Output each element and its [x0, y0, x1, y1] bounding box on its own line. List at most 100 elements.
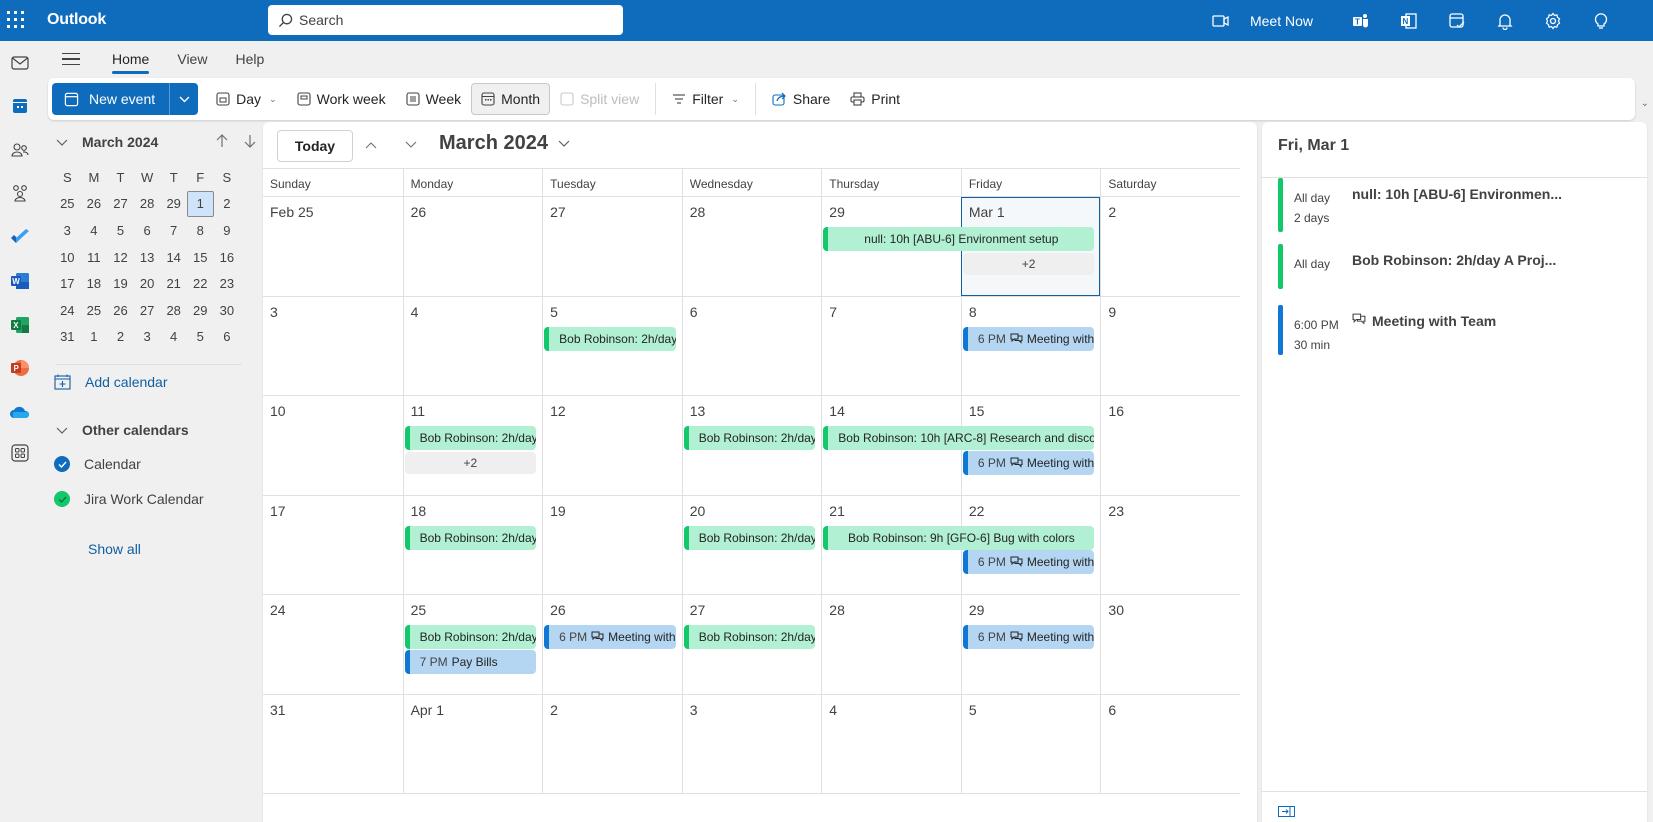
today-button[interactable]: Today: [277, 130, 353, 162]
rail-onedrive[interactable]: [6, 398, 34, 426]
mini-calendar-day[interactable]: 27: [134, 297, 161, 324]
hamburger-menu-icon[interactable]: [62, 49, 80, 70]
previous-month-chevron-up-icon[interactable]: [365, 136, 377, 154]
calendar-event[interactable]: 6 PM Meeting with Team: [962, 450, 1095, 475]
mini-calendar-day[interactable]: 12: [107, 244, 134, 271]
filter-button[interactable]: Filter ⌄: [662, 83, 749, 115]
collapse-pane-icon[interactable]: [1278, 806, 1296, 817]
calendar-event[interactable]: 7 PM Pay Bills: [404, 649, 537, 674]
calendar-day-cell[interactable]: 6: [1100, 694, 1240, 793]
calendar-day-cell[interactable]: Feb 25: [263, 197, 403, 296]
work-week-view-button[interactable]: Work week: [287, 83, 396, 115]
mini-calendar-day[interactable]: 26: [107, 297, 134, 324]
settings-button[interactable]: [1529, 0, 1577, 41]
agenda-item[interactable]: All day Bob Robinson: 2h/day A Proj...: [1278, 244, 1638, 289]
agenda-item[interactable]: All day 2 days null: 10h [ABU-6] Environme…: [1278, 178, 1638, 232]
calendar-event[interactable]: Bob Robinson: 2h/day: [544, 326, 676, 351]
mini-calendar-day[interactable]: 4: [160, 324, 187, 351]
calendar-event[interactable]: Bob Robinson: 9h [GFO-6] Bug with colors: [823, 525, 1095, 550]
mini-calendar-day[interactable]: 9: [214, 217, 241, 244]
month-view-button[interactable]: Month: [471, 83, 551, 115]
calendar-day-cell[interactable]: 2: [1100, 197, 1240, 296]
mini-calendar-day[interactable]: 16: [214, 244, 241, 271]
calendar-event[interactable]: 6 PM Meeting with Team: [962, 550, 1095, 574]
tab-view[interactable]: View: [163, 41, 221, 77]
rail-powerpoint[interactable]: P: [6, 354, 34, 382]
checkbox-checked-icon[interactable]: [54, 491, 70, 507]
calendar-day-cell[interactable]: 30: [1100, 595, 1240, 694]
calendar-day-cell[interactable]: 16: [1100, 396, 1240, 495]
calendar-day-cell[interactable]: 10: [263, 396, 403, 495]
calendar-day-cell[interactable]: 17: [263, 496, 403, 595]
calendar-event[interactable]: Bob Robinson: 2h/day: [404, 426, 537, 450]
tab-home[interactable]: Home: [98, 41, 163, 77]
mini-calendar-day[interactable]: 25: [54, 191, 81, 218]
calendar-day-cell[interactable]: Apr 1: [402, 694, 543, 793]
mini-calendar-day[interactable]: 17: [54, 270, 81, 297]
mini-calendar-day[interactable]: 29: [187, 297, 214, 324]
mini-calendar-day[interactable]: 15: [187, 244, 214, 271]
calendar-day-cell[interactable]: 4: [821, 694, 961, 793]
calendar-event[interactable]: Bob Robinson: 2h/day: [683, 426, 816, 450]
new-event-button[interactable]: New event: [52, 83, 171, 115]
rail-groups[interactable]: [6, 179, 34, 207]
mini-calendar-day[interactable]: 31: [54, 324, 81, 351]
calendar-day-cell[interactable]: 31: [263, 695, 403, 794]
app-launcher-icon[interactable]: [7, 11, 25, 29]
rail-todo[interactable]: [6, 223, 34, 251]
agenda-item[interactable]: 6:00 PM 30 min Meeting with Team: [1278, 305, 1638, 355]
calendar-event[interactable]: Bob Robinson: 10h [ARC-8] Research and d…: [823, 426, 1095, 450]
calendar-event[interactable]: null: 10h [ABU-6] Environment setup: [823, 227, 1095, 251]
mini-calendar-day[interactable]: 29: [160, 191, 187, 218]
split-view-button[interactable]: Split view: [550, 83, 649, 115]
mini-calendar-day[interactable]: 3: [134, 324, 161, 351]
mini-calendar-day[interactable]: 1: [81, 324, 108, 351]
calendar-day-cell[interactable]: 12: [542, 396, 682, 495]
calendar-day-cell[interactable]: 4: [402, 296, 543, 395]
mini-calendar-day[interactable]: 28: [160, 297, 187, 324]
calendar-day-cell[interactable]: 23: [1100, 495, 1240, 594]
calendar-event[interactable]: Bob Robinson: 2h/day: [404, 625, 537, 649]
mini-calendar-day[interactable]: 27: [107, 191, 134, 218]
calendar-day-cell[interactable]: 9: [1100, 296, 1240, 395]
calendar-day-cell[interactable]: 2: [542, 694, 682, 793]
calendar-day-cell[interactable]: 26: [402, 197, 543, 296]
mini-calendar-day[interactable]: 26: [81, 191, 108, 218]
calendar-event[interactable]: Bob Robinson: 2h/day: [683, 525, 816, 550]
teams-button[interactable]: T: [1337, 0, 1385, 41]
other-calendars-header[interactable]: Other calendars: [56, 422, 189, 438]
rail-calendar[interactable]: [6, 92, 34, 120]
search-input[interactable]: Search: [268, 5, 623, 35]
mini-calendar-day[interactable]: 2: [107, 324, 134, 351]
calendar-event[interactable]: Bob Robinson: 2h/day: [404, 525, 537, 550]
my-day-button[interactable]: [1433, 0, 1481, 41]
show-all-link[interactable]: Show all: [88, 541, 141, 557]
more-events-button[interactable]: +2: [404, 451, 537, 474]
calendar-item-jira[interactable]: Jira Work Calendar: [54, 491, 204, 507]
calendar-event[interactable]: 6 PM Meeting with Team: [544, 625, 676, 649]
mini-calendar-day[interactable]: 30: [214, 297, 241, 324]
mini-calendar-day[interactable]: 5: [187, 324, 214, 351]
mini-calendar-day[interactable]: 6: [134, 217, 161, 244]
rail-excel[interactable]: X: [6, 311, 34, 339]
tips-button[interactable]: [1577, 0, 1625, 41]
mini-calendar-day[interactable]: 8: [187, 217, 214, 244]
calendar-day-cell[interactable]: 3: [681, 694, 822, 793]
ribbon-expand-chevron-icon[interactable]: ⌄: [1641, 98, 1649, 109]
mini-calendar-day[interactable]: 13: [134, 244, 161, 271]
next-month-chevron-down-icon[interactable]: [405, 136, 417, 154]
calendar-day-cell[interactable]: 27: [542, 197, 682, 296]
day-view-button[interactable]: Day ⌄: [206, 83, 286, 115]
calendar-day-cell[interactable]: 7: [821, 296, 961, 395]
arrow-down-icon[interactable]: [244, 134, 256, 148]
mini-calendar-day[interactable]: 6: [214, 324, 241, 351]
rail-mail[interactable]: [6, 49, 34, 77]
more-events-button[interactable]: +2: [962, 252, 1095, 275]
add-calendar-link[interactable]: Add calendar: [54, 374, 168, 390]
mini-calendar-day[interactable]: 20: [134, 270, 161, 297]
calendar-day-cell[interactable]: 28: [821, 595, 961, 694]
month-picker[interactable]: March 2024: [439, 132, 570, 155]
notifications-button[interactable]: [1481, 0, 1529, 41]
calendar-day-cell[interactable]: 28: [681, 197, 822, 296]
share-button[interactable]: Share: [762, 83, 840, 115]
